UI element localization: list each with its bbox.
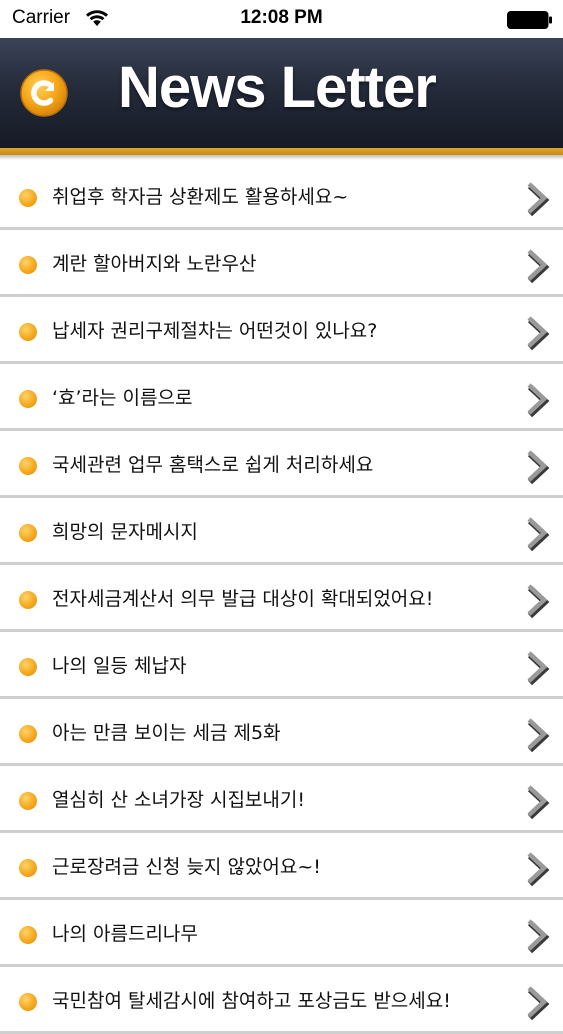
chevron-right-icon <box>527 450 550 485</box>
chevron-right-icon <box>527 986 550 1021</box>
list-item-title: 납세자 권리구제절차는 어떤것이 있나요? <box>52 320 378 342</box>
list-item[interactable]: 열심히 산 소녀가장 시집보내기! <box>0 766 563 833</box>
list-item-title: 전자세금계산서 의무 발급 대상이 확대되었어요! <box>52 588 434 610</box>
list-item[interactable]: 나의 일등 체납자 <box>0 632 563 699</box>
list-item[interactable]: 나의 아름드리나무 <box>0 900 563 967</box>
list-item-title: ‘효’라는 이름으로 <box>52 387 193 409</box>
nav-accent-stripe <box>0 148 563 155</box>
chevron-right-icon <box>527 919 550 954</box>
chevron-right-icon <box>527 651 550 686</box>
list-item-title: 열심히 산 소녀가장 시집보내기! <box>52 789 305 811</box>
list-item[interactable]: 근로장려금 신청 늦지 않았어요~! <box>0 833 563 900</box>
list-item-title: 아는 만큼 보이는 세금 제5화 <box>52 722 281 744</box>
bullet-icon <box>19 725 37 743</box>
newsletter-list: 취업후 학자금 상환제도 활용하세요~ 계란 할아버지와 노란우산납세자 권리구제… <box>0 163 563 1034</box>
bullet-icon <box>19 658 37 676</box>
bullet-icon <box>19 189 37 207</box>
chevron-right-icon <box>527 182 550 217</box>
chevron-right-icon <box>527 383 550 418</box>
list-item-title: 근로장려금 신청 늦지 않았어요~! <box>52 856 321 878</box>
list-item-title: 취업후 학자금 상환제도 활용하세요~ <box>52 186 349 208</box>
list-item-title: 나의 아름드리나무 <box>52 923 198 945</box>
chevron-right-icon <box>527 718 550 753</box>
list-item[interactable]: 국세관련 업무 홈택스로 쉽게 처리하세요 <box>0 431 563 498</box>
nav-stripe-shadow <box>0 155 563 160</box>
bullet-icon <box>19 390 37 408</box>
bullet-icon <box>19 993 37 1011</box>
list-item-title: 국세관련 업무 홈택스로 쉽게 처리하세요 <box>52 454 374 476</box>
list-item-title: 희망의 문자메시지 <box>52 521 198 543</box>
list-item[interactable]: 전자세금계산서 의무 발급 대상이 확대되었어요! <box>0 565 563 632</box>
list-item[interactable]: 취업후 학자금 상환제도 활용하세요~ <box>0 163 563 230</box>
bullet-icon <box>19 457 37 475</box>
bullet-icon <box>19 256 37 274</box>
chevron-right-icon <box>527 249 550 284</box>
list-item[interactable]: 납세자 권리구제절차는 어떤것이 있나요? <box>0 297 563 364</box>
list-item[interactable]: 희망의 문자메시지 <box>0 498 563 565</box>
battery-icon <box>507 11 552 29</box>
list-item[interactable]: 국민참여 탈세감시에 참여하고 포상금도 받으세요! <box>0 967 563 1034</box>
list-item[interactable]: 계란 할아버지와 노란우산 <box>0 230 563 297</box>
list-item[interactable]: ‘효’라는 이름으로 <box>0 364 563 431</box>
chevron-right-icon <box>527 852 550 887</box>
bullet-icon <box>19 926 37 944</box>
list-item-title: 나의 일등 체납자 <box>52 655 187 677</box>
chevron-right-icon <box>527 517 550 552</box>
chevron-right-icon <box>527 785 550 820</box>
bullet-icon <box>19 591 37 609</box>
chevron-right-icon <box>527 316 550 351</box>
page-title: News Letter <box>118 55 437 120</box>
chevron-right-icon <box>527 584 550 619</box>
list-item[interactable]: 아는 만큼 보이는 세금 제5화 <box>0 699 563 766</box>
status-time: 12:08 PM <box>240 7 323 28</box>
bullet-icon <box>19 792 37 810</box>
refresh-button[interactable] <box>19 68 69 118</box>
bullet-icon <box>19 859 37 877</box>
bullet-icon <box>19 524 37 542</box>
list-item-title: 계란 할아버지와 노란우산 <box>52 253 257 275</box>
status-bar: Carrier 12:08 PM <box>0 0 563 38</box>
bullet-icon <box>19 323 37 341</box>
